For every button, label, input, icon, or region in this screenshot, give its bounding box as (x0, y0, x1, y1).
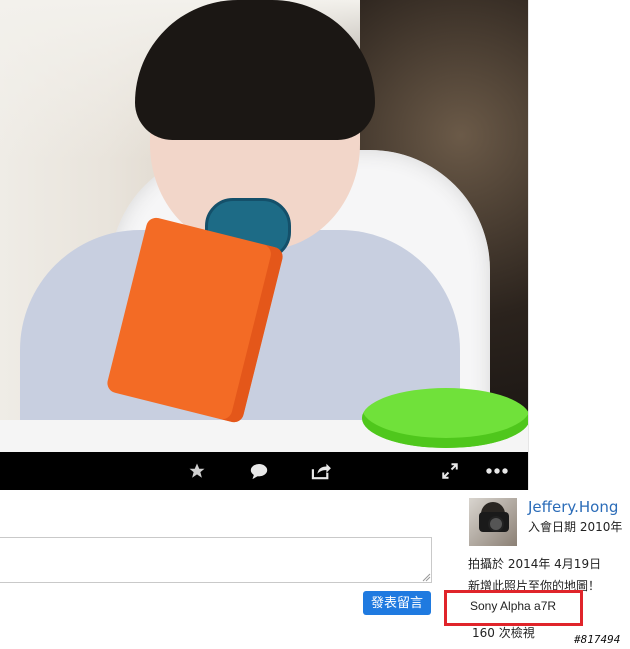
photo[interactable] (0, 0, 528, 452)
more-icon[interactable] (484, 458, 510, 484)
photo-side-edge (528, 0, 630, 490)
share-icon[interactable] (308, 458, 334, 484)
lens-icon (488, 516, 504, 532)
comment-input[interactable] (0, 537, 432, 583)
resize-grip-icon[interactable] (422, 573, 431, 582)
comment-icon[interactable] (246, 458, 272, 484)
star-icon[interactable] (184, 458, 210, 484)
view-count: 160 次檢視 (472, 626, 535, 640)
avatar[interactable] (469, 498, 517, 546)
author-joined-date: 入會日期 2010年 (528, 520, 623, 534)
photo-toolbar (0, 452, 528, 490)
author-name-link[interactable]: Jeffery.Hong (528, 498, 618, 516)
watermark: #817494 (574, 633, 621, 646)
green-bowl (362, 388, 528, 448)
camera-model[interactable]: Sony Alpha a7R (470, 599, 556, 613)
shot-date: 拍攝於 2014年 4月19日 (468, 557, 602, 571)
expand-icon[interactable] (437, 458, 463, 484)
post-comment-button[interactable]: 發表留言 (363, 591, 431, 615)
